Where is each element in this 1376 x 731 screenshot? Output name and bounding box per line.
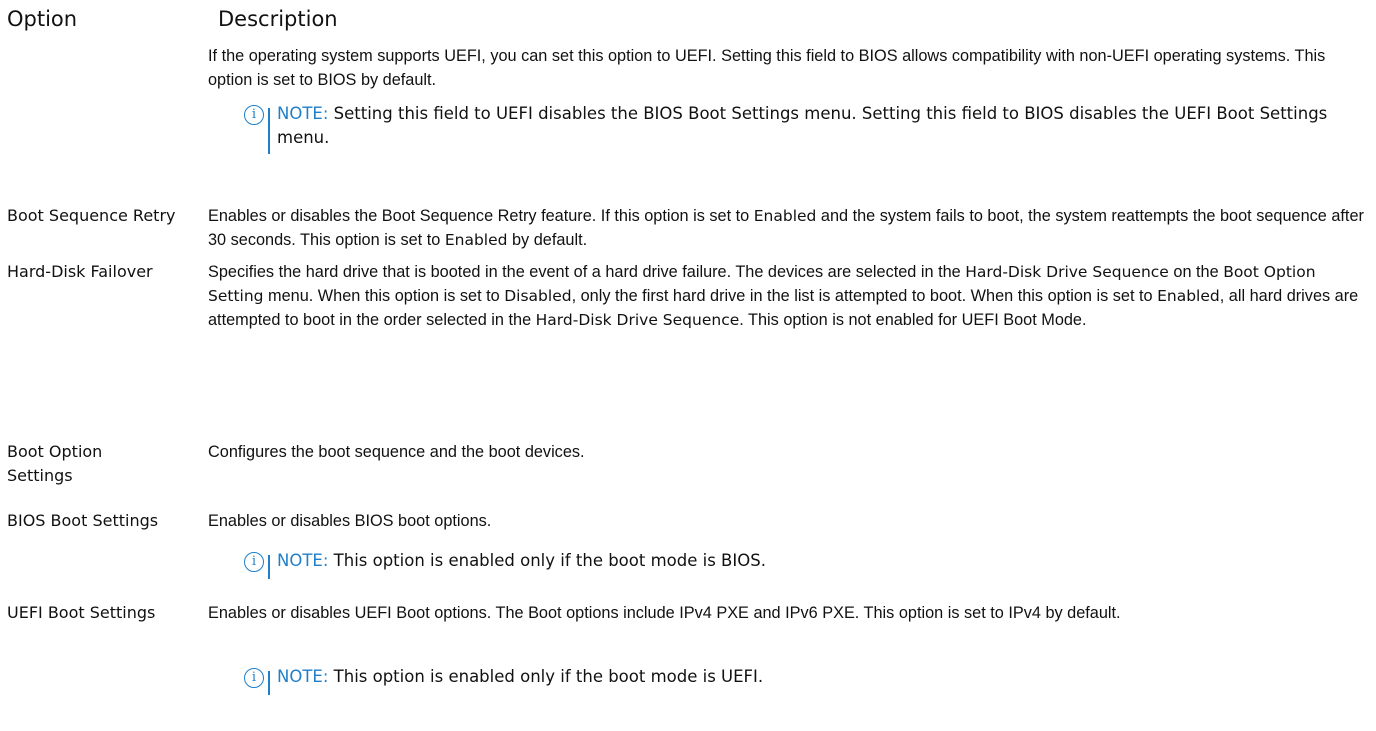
info-icon: i bbox=[244, 105, 264, 125]
description-text: . This option is not enabled for UEFI Bo… bbox=[739, 311, 1087, 329]
description-text: Specifies the hard drive that is booted … bbox=[208, 263, 966, 281]
note-body: NOTE: This option is enabled only if the… bbox=[277, 549, 1337, 573]
menu-name: Hard-Disk Drive Sequence bbox=[965, 263, 1169, 281]
note-body: NOTE: This option is enabled only if the… bbox=[277, 665, 1337, 689]
note-block: i NOTE: This option is enabled only if t… bbox=[244, 547, 1344, 579]
note-divider bbox=[268, 108, 270, 154]
description-text: on the bbox=[1168, 263, 1224, 281]
note-body: NOTE: Setting this field to UEFI disable… bbox=[277, 102, 1337, 150]
description-text: by default. bbox=[507, 231, 588, 249]
option-label: Hard-Disk Failover bbox=[7, 262, 153, 281]
option-label: UEFI Boot Settings bbox=[7, 603, 156, 622]
description-text: Enables or disables the Boot Sequence Re… bbox=[208, 207, 754, 225]
column-header-description: Description bbox=[218, 7, 338, 31]
note-divider bbox=[268, 671, 270, 695]
value-enabled: Enabled bbox=[1157, 287, 1220, 305]
option-description: Enables or disables UEFI Boot options. T… bbox=[208, 604, 1121, 622]
note-label: NOTE: bbox=[277, 104, 329, 123]
option-description: Enables or disables the Boot Sequence Re… bbox=[208, 204, 1368, 252]
info-icon: i bbox=[244, 552, 264, 572]
column-header-option: Option bbox=[7, 7, 78, 31]
option-description: Enables or disables BIOS boot options. bbox=[208, 512, 492, 530]
option-description: Specifies the hard drive that is booted … bbox=[208, 260, 1368, 332]
note-label: NOTE: bbox=[277, 551, 329, 570]
option-description: Configures the boot sequence and the boo… bbox=[208, 443, 585, 461]
description-text: menu. When this option is set to bbox=[263, 287, 505, 305]
option-label: BIOS Boot Settings bbox=[7, 511, 159, 530]
note-text: This option is enabled only if the boot … bbox=[328, 551, 766, 570]
value-enabled: Enabled bbox=[444, 231, 508, 249]
note-block: i NOTE: This option is enabled only if t… bbox=[244, 663, 1344, 695]
value-enabled: Enabled bbox=[753, 207, 817, 225]
note-label: NOTE: bbox=[277, 667, 329, 686]
note-text: This option is enabled only if the boot … bbox=[328, 667, 764, 686]
note-text: Setting this field to UEFI disables the … bbox=[277, 104, 1328, 147]
option-description: If the operating system supports UEFI, y… bbox=[208, 47, 1326, 89]
menu-name: Hard-Disk Drive Sequence bbox=[535, 311, 740, 329]
document-page: Option Description If the operating syst… bbox=[0, 0, 1376, 731]
note-block: i NOTE: Setting this field to UEFI disab… bbox=[244, 100, 1344, 156]
note-divider bbox=[268, 555, 270, 579]
option-label: Boot Sequence Retry bbox=[7, 206, 176, 225]
option-label: Boot Option Settings bbox=[7, 442, 103, 485]
description-text: , only the first hard drive in the list … bbox=[571, 287, 1158, 305]
info-icon: i bbox=[244, 668, 264, 688]
value-disabled: Disabled bbox=[504, 287, 572, 305]
